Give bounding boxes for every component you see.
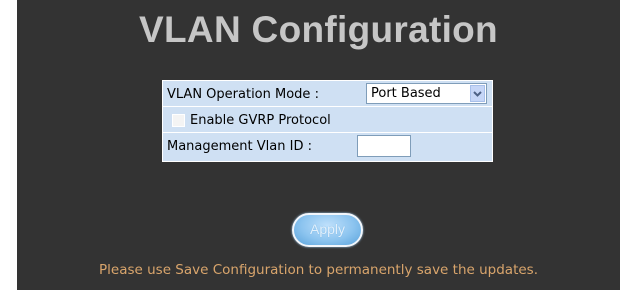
chevron-down-icon: [473, 91, 482, 97]
management-vlan-row: Management Vlan ID :: [163, 133, 492, 161]
management-vlan-id-input[interactable]: [357, 135, 411, 157]
management-vlan-label: Management Vlan ID :: [167, 139, 312, 154]
operation-mode-label: VLAN Operation Mode :: [167, 87, 319, 102]
save-configuration-note: Please use Save Configuration to permane…: [99, 262, 538, 278]
gvrp-label: Enable GVRP Protocol: [190, 113, 331, 128]
vlan-settings-table: VLAN Operation Mode : Port Based Enable …: [162, 80, 493, 162]
select-dropdown-button[interactable]: [470, 85, 485, 102]
gvrp-checkbox[interactable]: [172, 114, 185, 127]
page-title: VLAN Configuration: [139, 9, 498, 50]
apply-button-label: Apply: [309, 221, 346, 237]
vlan-config-panel: VLAN Configuration VLAN Operation Mode :…: [17, 0, 620, 290]
gvrp-row: Enable GVRP Protocol: [163, 107, 492, 133]
operation-mode-value: Port Based: [371, 86, 441, 101]
apply-button[interactable]: Apply: [292, 213, 363, 247]
operation-mode-row: VLAN Operation Mode : Port Based: [163, 81, 492, 107]
operation-mode-select[interactable]: Port Based: [366, 83, 487, 104]
